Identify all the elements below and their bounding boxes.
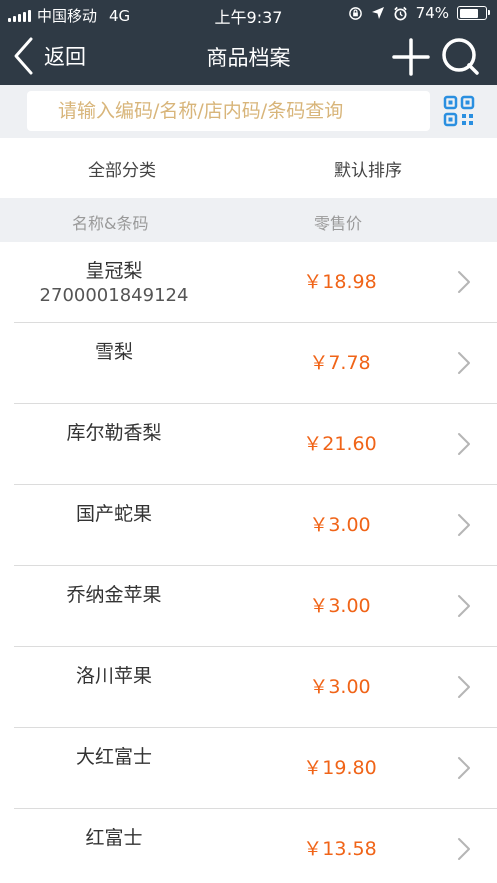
filter-row: 全部分类 默认排序 [0,138,497,198]
search-icon[interactable] [440,36,480,76]
chevron-right-icon [458,757,470,779]
back-button[interactable]: 返回 [12,36,86,76]
product-name: 洛川苹果 [75,665,152,687]
product-price: ￥19.80 [303,757,377,779]
product-row[interactable]: 洛川苹果 ￥3.00 [14,647,497,728]
chevron-right-icon [458,352,470,374]
product-price: ￥7.78 [309,352,371,374]
product-name-block: 雪梨 [14,323,214,364]
product-name: 国产蛇果 [75,503,152,525]
product-name-block: 乔纳金苹果 [14,566,214,607]
qr-code-icon[interactable] [443,95,475,127]
location-arrow-icon [371,7,384,19]
chevron-left-icon [14,37,33,75]
product-row[interactable]: 大红富士 ￥19.80 [14,728,497,809]
chevron-right-icon [458,838,470,860]
product-price: ￥13.58 [303,838,377,860]
alarm-icon [393,6,407,20]
header: 中国移动 4G 上午9:37 74% 返回 商品档案 [0,0,497,85]
product-name: 红富士 [85,827,143,849]
product-name: 雪梨 [94,341,133,363]
product-row[interactable]: 皇冠梨 2700001849124 ￥18.98 [14,242,497,323]
battery-icon [457,6,490,20]
chevron-right-icon [458,595,470,617]
product-name-block: 洛川苹果 [14,647,214,688]
chevron-right-icon [458,433,470,455]
column-name: 名称&条码 [72,214,149,233]
product-price: ￥3.00 [309,676,371,698]
product-name: 皇冠梨 [85,260,143,282]
product-name-block: 红富士 [14,809,214,850]
product-name-block: 国产蛇果 [14,485,214,526]
product-barcode: 2700001849124 [39,285,189,306]
product-row[interactable]: 乔纳金苹果 ￥3.00 [14,566,497,647]
search-input[interactable] [27,91,430,131]
rotation-lock-icon [348,6,362,20]
product-price: ￥18.98 [303,271,377,293]
product-price: ￥3.00 [309,595,371,617]
product-name-block: 大红富士 [14,728,214,769]
column-price: 零售价 [314,214,363,233]
battery-fill [459,8,478,18]
battery-percent: 74% [415,4,449,22]
plus-icon[interactable] [392,38,430,76]
nav-bar: 返回 商品档案 [0,28,497,85]
sort-filter[interactable]: 默认排序 [334,156,402,181]
back-label: 返回 [44,45,86,69]
product-name-block: 库尔勒香梨 [14,404,214,445]
product-price: ￥3.00 [309,514,371,536]
product-name-block: 皇冠梨 2700001849124 [14,242,214,306]
column-header: 名称&条码 零售价 [0,198,497,242]
product-name: 乔纳金苹果 [66,584,162,606]
product-row[interactable]: 雪梨 ￥7.78 [14,323,497,404]
status-bar: 中国移动 4G 上午9:37 74% [0,0,497,28]
status-right: 74% [348,4,490,22]
product-name: 库尔勒香梨 [66,422,162,444]
category-filter[interactable]: 全部分类 [88,156,156,181]
product-row[interactable]: 库尔勒香梨 ￥21.60 [14,404,497,485]
product-row[interactable]: 红富士 ￥13.58 [14,809,497,883]
product-row[interactable]: 国产蛇果 ￥3.00 [14,485,497,566]
search-row [0,85,497,138]
chevron-right-icon [458,271,470,293]
chevron-right-icon [458,676,470,698]
product-name: 大红富士 [75,746,152,768]
chevron-right-icon [458,514,470,536]
product-list: 皇冠梨 2700001849124 ￥18.98 雪梨 ￥7.78 库尔勒香梨 ￥21.60… [0,242,497,883]
product-price: ￥21.60 [303,433,377,455]
